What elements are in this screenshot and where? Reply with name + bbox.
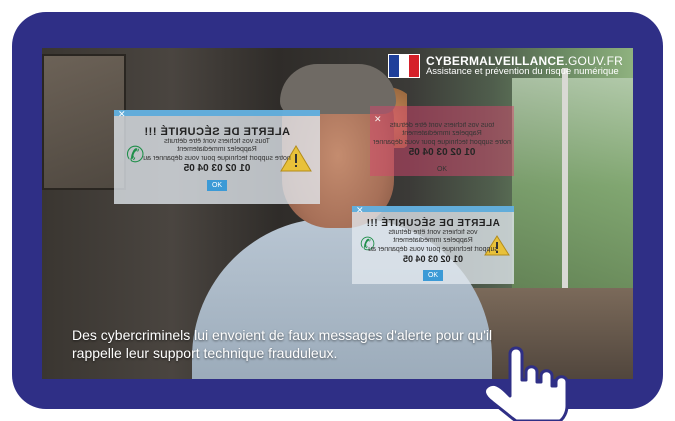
alert-phone-number: 01 02 03 04 05 bbox=[408, 147, 476, 159]
ok-button[interactable]: OK bbox=[432, 164, 452, 175]
close-icon[interactable]: ✕ bbox=[118, 109, 126, 120]
alert-line: Rappelez immédiatement bbox=[393, 237, 473, 245]
fake-alert-popup: ✕ ✆ ALERTE DE SÉCURITÉ !!! vos fichiers … bbox=[352, 205, 514, 284]
alert-line: vos fichiers vont être détruits bbox=[388, 229, 478, 236]
french-flag-icon bbox=[387, 54, 420, 78]
alert-line: Rappelez immédiatement bbox=[402, 130, 482, 138]
alert-phone-number: 01 02 03 04 05 bbox=[183, 163, 251, 175]
ok-button[interactable]: OK bbox=[206, 180, 228, 192]
logo-subtitle: Assistance et prévention du risque numér… bbox=[425, 66, 619, 78]
alert-line: Tous vos fichiers vont être détruits bbox=[164, 138, 270, 145]
ok-button[interactable]: OK bbox=[422, 270, 444, 282]
alert-phone-number: 01 02 03 04 05 bbox=[402, 254, 464, 265]
video-screen[interactable]: CYBERMALVEILLANCE.GOUV.FR Assistance et … bbox=[42, 48, 633, 379]
site-logo: CYBERMALVEILLANCE.GOUV.FR Assistance et … bbox=[387, 54, 623, 78]
pointer-hand-icon bbox=[483, 346, 569, 421]
alert-line: notre support technique pour vous dépann… bbox=[373, 138, 511, 146]
alert-title: ALERTE DE SÉCURITÉ !!! bbox=[143, 126, 291, 138]
background-window bbox=[512, 78, 633, 318]
alert-line: notre support technique pour vous dépann… bbox=[143, 154, 291, 162]
fake-alert-popup: ✕ ✆ ALERTE DE SÉCURITÉ !!! Tous vos fich… bbox=[114, 109, 320, 204]
close-icon[interactable]: ✕ bbox=[356, 205, 364, 216]
alert-line: support technique pour vous dépanner au bbox=[368, 245, 498, 253]
alert-line: tous vos fichiers vont être détruits bbox=[389, 122, 495, 129]
fake-alert-popup: ✕ tous vos fichiers vont être détruits R… bbox=[370, 106, 514, 176]
alert-line: Rappelez immédiatement bbox=[177, 146, 257, 154]
alert-title: ALERTE DE SÉCURITÉ !!! bbox=[366, 218, 500, 229]
